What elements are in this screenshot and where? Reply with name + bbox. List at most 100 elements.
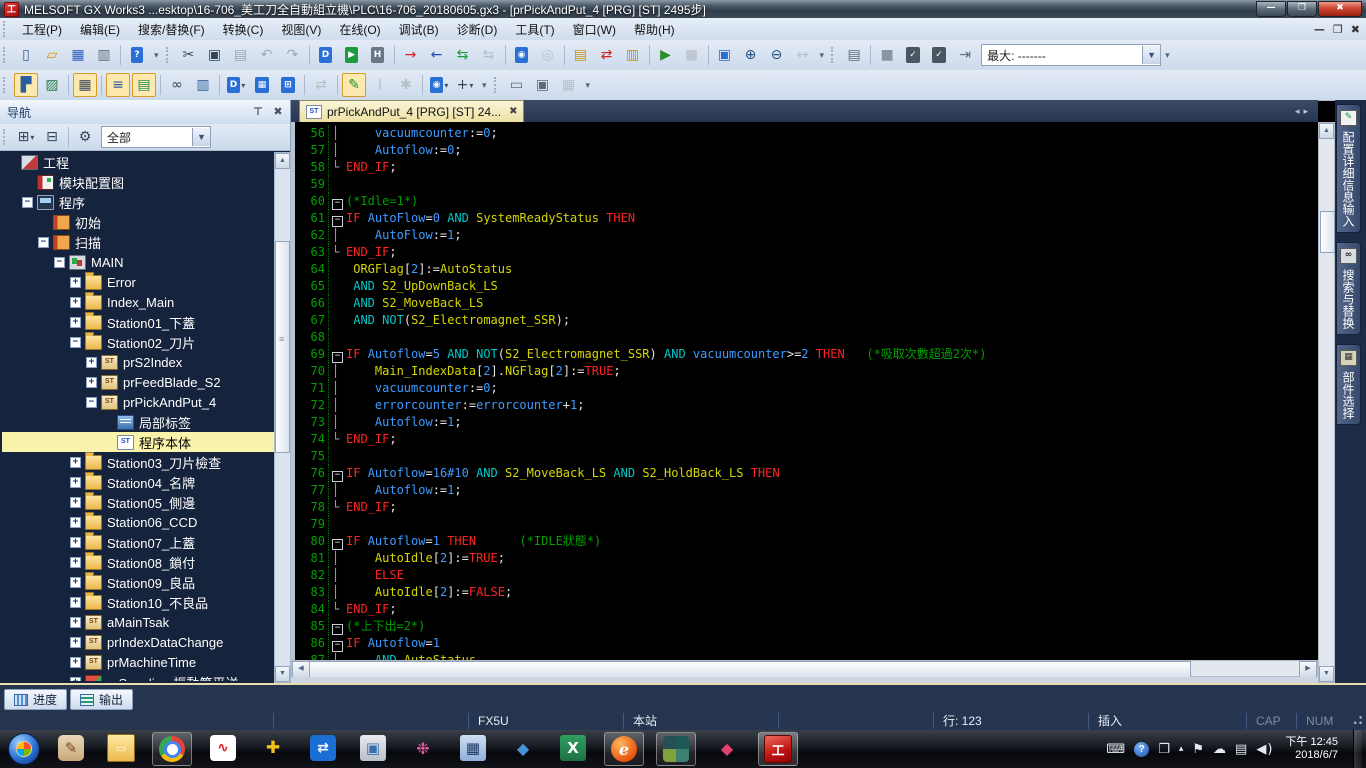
horizontal-scrollbar[interactable]: ◀ ▶ bbox=[291, 660, 1318, 677]
flag-icon[interactable]: ⚑ bbox=[1192, 742, 1204, 757]
tree-item[interactable]: +Station03_刀片檢查 bbox=[2, 452, 274, 472]
expand-icon[interactable]: + bbox=[70, 677, 81, 682]
expand-icon[interactable]: + bbox=[70, 597, 81, 608]
toolbar-overflow-icon[interactable]: ▾ bbox=[820, 50, 825, 61]
tree-item[interactable]: −MAIN bbox=[2, 252, 274, 272]
code-line[interactable]: 86−IF Autoflow=1 bbox=[295, 635, 1318, 652]
menu-item[interactable]: 编辑(E) bbox=[71, 19, 129, 40]
fold-collapse-icon[interactable]: − bbox=[332, 624, 343, 635]
device-search-icon[interactable]: D bbox=[314, 43, 338, 67]
zoom-out-icon[interactable]: ⊖ bbox=[765, 43, 789, 67]
toolbar-overflow-icon[interactable]: ▾ bbox=[1165, 50, 1170, 61]
gem-app-icon[interactable]: ◆ bbox=[708, 732, 746, 764]
tree-item[interactable]: +prFeedBlade_S2 bbox=[2, 372, 274, 392]
code-line[interactable]: 75 bbox=[295, 448, 1318, 465]
expand-icon[interactable]: + bbox=[70, 637, 81, 648]
code-line[interactable]: 71│ vacuumcounter:=0; bbox=[295, 380, 1318, 397]
menu-item[interactable]: 工程(P) bbox=[13, 19, 71, 40]
child-close-button[interactable]: ✖ bbox=[1351, 23, 1360, 36]
explorer-icon[interactable]: ▭ bbox=[102, 732, 140, 764]
fold-collapse-icon[interactable]: − bbox=[332, 199, 343, 210]
side-tab[interactable]: ✎配置详细信息输入 bbox=[1336, 104, 1361, 233]
statement-display-icon[interactable]: ▭ bbox=[505, 73, 529, 97]
comment-display-icon[interactable]: ▤ bbox=[842, 43, 866, 67]
fold-collapse-icon[interactable]: − bbox=[332, 352, 343, 363]
tab-scroll-arrows[interactable]: ◂▸ bbox=[1295, 106, 1312, 117]
keyboard-icon[interactable]: ⌨ bbox=[1106, 742, 1125, 757]
excel-icon[interactable]: X bbox=[554, 732, 592, 764]
scan-time-max-combo[interactable]: 最大: -------▼ bbox=[981, 44, 1161, 66]
swirl-app-icon[interactable] bbox=[656, 732, 696, 766]
program-editor-icon[interactable]: ≡ bbox=[106, 73, 130, 97]
tree-item[interactable]: +Error bbox=[2, 272, 274, 292]
fold-collapse-icon[interactable]: − bbox=[332, 216, 343, 227]
side-tab[interactable]: ▦部件选择 bbox=[1336, 344, 1361, 425]
code-line[interactable]: 81│ AutoIdle[2]:=TRUE; bbox=[295, 550, 1318, 567]
collapse-icon[interactable]: − bbox=[54, 257, 65, 268]
dock-tab[interactable]: 进度 bbox=[4, 689, 67, 710]
tree-item[interactable]: 工程 bbox=[2, 152, 274, 172]
plc-reset-check-icon[interactable]: ✓ bbox=[927, 43, 951, 67]
code-line[interactable]: 76−IF Autoflow=16#10 AND S2_MoveBack_LS … bbox=[295, 465, 1318, 482]
collapse-all-icon[interactable]: ⊟ bbox=[40, 125, 64, 149]
resize-grip[interactable] bbox=[1348, 712, 1366, 730]
collapse-icon[interactable]: − bbox=[38, 237, 49, 248]
show-hidden-icon[interactable]: ▴ bbox=[1179, 744, 1184, 754]
fold-collapse-icon[interactable]: − bbox=[332, 641, 343, 652]
tree-item[interactable]: +Station05_側邊 bbox=[2, 492, 274, 512]
device-memory-icon[interactable]: ▦ bbox=[250, 73, 274, 97]
expand-icon[interactable]: + bbox=[86, 377, 97, 388]
collapse-icon[interactable]: − bbox=[70, 337, 81, 348]
tree-item[interactable]: +prSupplier_振動筒平送 bbox=[2, 672, 274, 681]
menu-item[interactable]: 窗口(W) bbox=[564, 19, 625, 40]
verify-with-plc-icon[interactable]: ⇆ bbox=[451, 43, 475, 67]
teamviewer-icon[interactable]: ⇄ bbox=[304, 732, 342, 764]
expand-icon[interactable]: + bbox=[70, 517, 81, 528]
menu-item[interactable]: 调试(B) bbox=[390, 19, 448, 40]
display-icon[interactable]: ▤ bbox=[1235, 742, 1247, 757]
fold-collapse-icon[interactable]: − bbox=[332, 539, 343, 550]
cloud-icon[interactable]: ☁ bbox=[1213, 742, 1226, 757]
toolbar-overflow-icon[interactable]: ▾ bbox=[586, 80, 591, 91]
code-line[interactable]: 77│ Autoflow:=1; bbox=[295, 482, 1318, 499]
window-list-icon[interactable]: ▥ bbox=[621, 43, 645, 67]
collapse-icon[interactable]: − bbox=[22, 197, 33, 208]
code-line[interactable]: 65 AND S2_UpDownBack_LS bbox=[295, 278, 1318, 295]
device-tree-icon[interactable]: ⊞ bbox=[276, 73, 300, 97]
scroll-thumb[interactable] bbox=[275, 241, 290, 453]
minimize-button[interactable]: — bbox=[1256, 1, 1286, 17]
new-project-icon[interactable]: ▯ bbox=[14, 43, 38, 67]
tree-item[interactable]: +Station04_名牌 bbox=[2, 472, 274, 492]
tree-item[interactable]: +Index_Main bbox=[2, 292, 274, 312]
code-line[interactable]: 59 bbox=[295, 176, 1318, 193]
tree-item[interactable]: 模块配置图 bbox=[2, 172, 274, 192]
monitor-start-icon[interactable]: ▶ bbox=[654, 43, 678, 67]
buffer-search-icon[interactable]: H bbox=[366, 43, 390, 67]
tree-item[interactable]: +prIndexDataChange bbox=[2, 632, 274, 652]
code-line[interactable]: 78└END_IF; bbox=[295, 499, 1318, 516]
module-selection-icon[interactable]: ▣ bbox=[531, 73, 555, 97]
device-comment-dropdown-arrow[interactable]: ▾ bbox=[241, 81, 245, 90]
scroll-right-icon[interactable]: ▶ bbox=[1299, 661, 1317, 678]
code-line[interactable]: 66 AND S2_MoveBack_LS bbox=[295, 295, 1318, 312]
tree-item[interactable]: −扫描 bbox=[2, 232, 274, 252]
read-from-plc-icon[interactable]: ← bbox=[425, 43, 449, 67]
watch-register-dropdown-arrow[interactable]: ▾ bbox=[469, 81, 473, 90]
result-window-icon[interactable]: ▥ bbox=[191, 73, 215, 97]
tree-item[interactable]: 程序本体 bbox=[2, 432, 274, 452]
tree-filter-combo[interactable]: 全部▼ bbox=[101, 126, 211, 148]
chrome-icon[interactable] bbox=[152, 732, 192, 766]
tree-item[interactable]: +Station08_鎖付 bbox=[2, 552, 274, 572]
help-tray-icon[interactable]: ? bbox=[1134, 742, 1149, 757]
tab-close-icon[interactable]: ✖ bbox=[509, 106, 517, 117]
expand-icon[interactable]: + bbox=[70, 617, 81, 628]
transfer-setup-icon[interactable]: ⇄ bbox=[595, 43, 619, 67]
taskbar-clock[interactable]: 下午 12:45 2018/6/7 bbox=[1285, 736, 1338, 762]
gx-works3-icon[interactable]: 工 bbox=[758, 732, 798, 766]
tree-item[interactable]: −程序 bbox=[2, 192, 274, 212]
scroll-thumb[interactable] bbox=[1320, 211, 1335, 253]
menu-item[interactable]: 帮助(H) bbox=[625, 19, 684, 40]
edit-mode-icon[interactable]: ✎ bbox=[342, 73, 366, 97]
menu-item[interactable]: 诊断(D) bbox=[448, 19, 507, 40]
copy-icon[interactable]: ▣ bbox=[203, 43, 227, 67]
